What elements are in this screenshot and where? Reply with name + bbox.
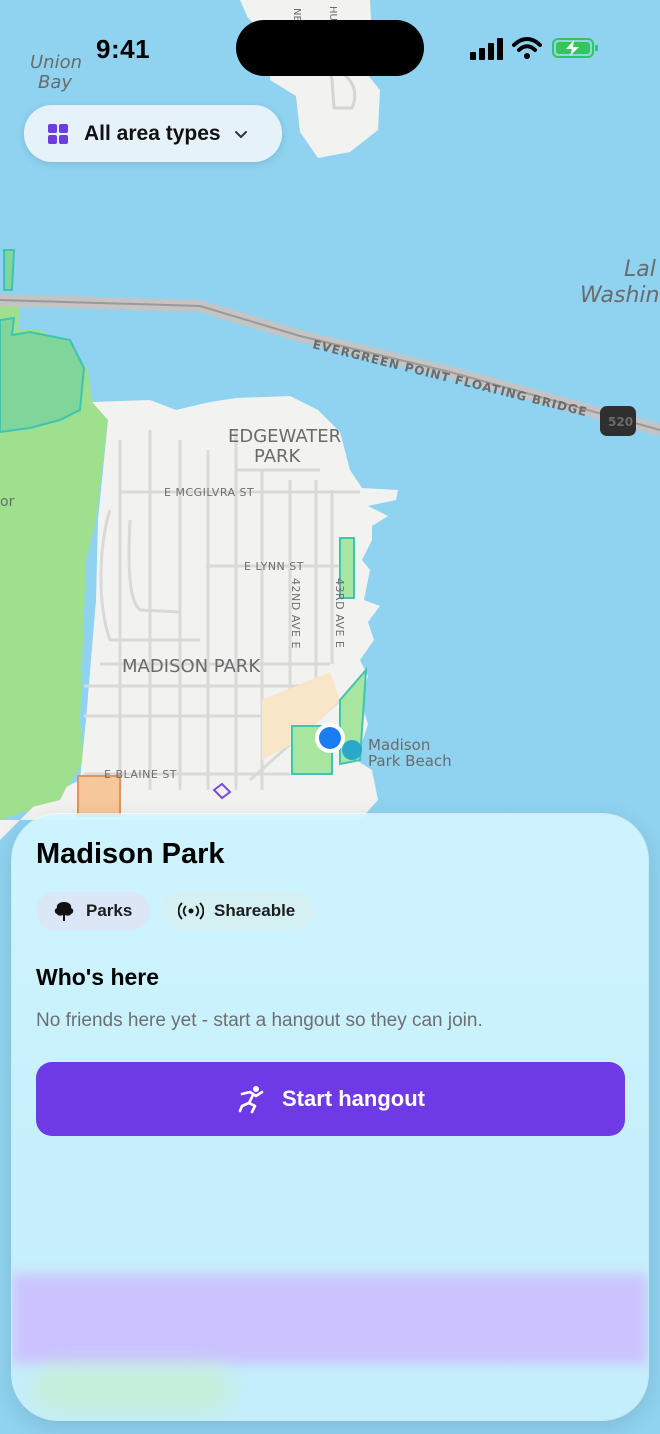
dynamic-island [236, 20, 424, 76]
running-figure-icon [238, 1086, 264, 1114]
map-label-edgewater-2: PARK [254, 446, 302, 467]
area-type-filter-button[interactable]: All area types [24, 105, 282, 162]
route-shield: 520 [608, 415, 633, 429]
street-lynn: E LYNN ST [244, 560, 304, 573]
grid-icon [48, 123, 68, 144]
chevron-down-icon [234, 130, 247, 138]
map-label-edgewater: EDGEWATER [228, 426, 341, 447]
street-mcgilvra: E MCGILVRA ST [164, 486, 254, 499]
wifi-icon [512, 37, 542, 59]
battery-charging-icon [552, 38, 598, 58]
map-label-lake-2: Washin [580, 283, 660, 308]
cellular-signal-icon [470, 38, 503, 60]
street-42nd: 42ND AVE E [289, 578, 302, 649]
chip-parks[interactable]: Parks [36, 892, 150, 930]
map-label-lake: Lal [624, 257, 656, 282]
start-hangout-button[interactable]: Start hangout [36, 1062, 625, 1136]
sheet-background-blur [12, 1274, 648, 1364]
status-bar: 9:41 [0, 0, 660, 96]
map-label-beach-2: Park Beach [368, 752, 452, 770]
area-type-filter-label: All area types [84, 121, 221, 145]
status-time: 9:41 [96, 34, 151, 64]
tree-icon [54, 902, 74, 921]
chip-parks-label: Parks [86, 901, 133, 920]
street-blaine: E BLAINE ST [104, 768, 177, 781]
empty-friends-message: No friends here yet - start a hangout so… [36, 1010, 483, 1031]
chip-shareable[interactable]: Shareable [162, 892, 314, 930]
place-title: Madison Park [36, 838, 225, 870]
street-43rd: 43RD AVE E [333, 578, 346, 648]
start-hangout-label: Start hangout [282, 1086, 425, 1111]
map-label-madison-park: MADISON PARK [122, 656, 261, 677]
sheet-background-blur-2 [32, 1364, 232, 1414]
broadcast-icon [178, 902, 204, 920]
map-label-edge-or: or [0, 494, 15, 510]
chip-shareable-label: Shareable [214, 901, 296, 920]
whos-here-heading: Who's here [36, 964, 160, 990]
place-detail-sheet: Madison Park Parks Shareable Who's here … [12, 814, 648, 1420]
